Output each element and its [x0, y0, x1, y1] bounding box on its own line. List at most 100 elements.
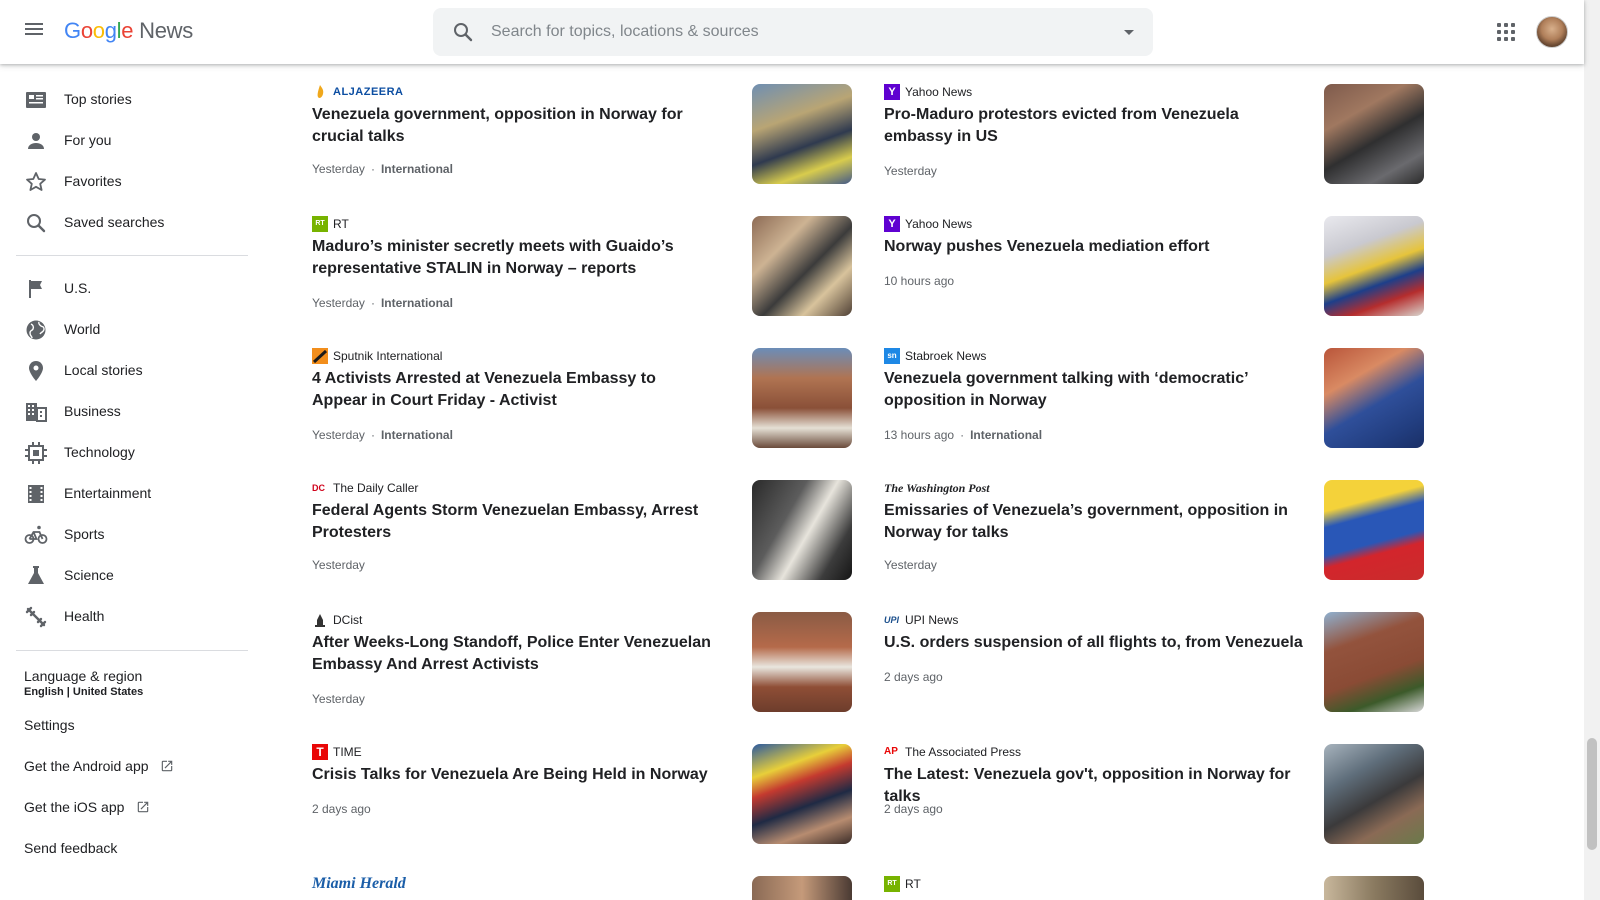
article-thumbnail[interactable]: [1324, 216, 1424, 316]
sidebar-item-health[interactable]: Health: [0, 597, 260, 637]
article-category[interactable]: International: [381, 162, 453, 176]
article-headline[interactable]: 4 Activists Arrested at Venezuela Embass…: [312, 368, 712, 412]
location-pin-icon: [29, 361, 43, 381]
sidebar-item-sports[interactable]: Sports: [0, 515, 260, 555]
sidebar-item-science[interactable]: Science: [0, 556, 260, 596]
source-name: Stabroek News: [905, 349, 987, 363]
ap-icon: AP: [884, 746, 898, 757]
article-source[interactable]: Y Yahoo News: [884, 216, 972, 232]
sidebar-item-business[interactable]: Business: [0, 392, 260, 432]
article-source[interactable]: DC The Daily Caller: [312, 480, 418, 496]
article-source[interactable]: RT RT: [884, 876, 921, 892]
sidebar-item-label: U.S.: [64, 280, 92, 296]
article-source[interactable]: AP The Associated Press: [884, 744, 1021, 760]
article-source[interactable]: UPI UPI News: [884, 612, 958, 628]
article-source[interactable]: sn Stabroek News: [884, 348, 986, 364]
dropdown-arrow-icon[interactable]: [1117, 20, 1141, 44]
sidebar-item-technology[interactable]: Technology: [0, 433, 260, 473]
article-headline[interactable]: Pro-Maduro protestors evicted from Venez…: [884, 104, 1304, 148]
article-thumbnail[interactable]: [1324, 744, 1424, 844]
search-input[interactable]: [491, 18, 1091, 46]
logo-letter: g: [104, 18, 117, 43]
article-source[interactable]: Sputnik International: [312, 348, 442, 364]
android-app-label: Get the Android app: [24, 758, 149, 774]
page-scrollbar[interactable]: [1584, 0, 1600, 900]
ios-app-link[interactable]: Get the iOS app: [24, 799, 150, 815]
miami-herald-icon: Miami Herald: [312, 875, 406, 892]
article-headline[interactable]: Federal Agents Storm Venezuelan Embassy,…: [312, 500, 712, 544]
article-headline[interactable]: Crisis Talks for Venezuela Are Being Hel…: [312, 764, 712, 786]
rt-icon: RT: [312, 216, 328, 232]
article-source[interactable]: T TIME: [312, 744, 362, 760]
article-meta: Yesterday: [884, 558, 937, 572]
article-thumbnail[interactable]: [752, 216, 852, 316]
source-name: TIME: [333, 745, 362, 759]
article-headline[interactable]: After Weeks-Long Standoff, Police Enter …: [312, 632, 712, 676]
article-thumbnail[interactable]: [752, 612, 852, 712]
source-name: DCist: [333, 613, 363, 627]
sidebar-item-label: Business: [64, 403, 121, 419]
article-source[interactable]: The Washington Post: [884, 480, 990, 496]
sidebar-item-world[interactable]: World: [0, 310, 260, 350]
article-time: Yesterday: [884, 164, 937, 178]
article-time: Yesterday: [884, 558, 937, 572]
article-thumbnail[interactable]: [1324, 876, 1424, 900]
article-thumbnail[interactable]: [752, 84, 852, 184]
article-meta: Yesterday · International: [312, 296, 453, 310]
article-category[interactable]: International: [381, 296, 453, 310]
sidebar-item-favorites[interactable]: Favorites: [0, 162, 260, 202]
article-meta: 2 days ago: [884, 802, 943, 816]
account-avatar[interactable]: [1536, 16, 1568, 48]
sidebar-item-top-stories[interactable]: Top stories: [0, 80, 260, 120]
android-app-link[interactable]: Get the Android app: [24, 758, 174, 774]
article-thumbnail[interactable]: [752, 348, 852, 448]
article-time: Yesterday: [312, 692, 365, 706]
chip-icon: [25, 442, 47, 464]
language-region-value: English | United States: [24, 686, 144, 698]
article-headline[interactable]: Venezuela government, opposition in Norw…: [312, 104, 712, 148]
time-icon: T: [312, 744, 328, 760]
article-source[interactable]: RT RT: [312, 216, 349, 232]
scrollbar-thumb[interactable]: [1587, 738, 1597, 850]
sidebar-item-local-stories[interactable]: Local stories: [0, 351, 260, 391]
logo-letter: G: [64, 18, 81, 43]
main-menu-button[interactable]: [22, 20, 46, 44]
article-thumbnail[interactable]: [1324, 612, 1424, 712]
article-thumbnail[interactable]: [752, 744, 852, 844]
article-source[interactable]: ALJAZEERA: [312, 84, 404, 100]
article-source[interactable]: Miami Herald: [312, 875, 406, 892]
article-source[interactable]: Y Yahoo News: [884, 84, 972, 100]
google-news-logo[interactable]: Google News: [64, 18, 193, 44]
article-category[interactable]: International: [970, 428, 1042, 442]
article-category[interactable]: International: [381, 428, 453, 442]
sidebar-item-saved-searches[interactable]: Saved searches: [0, 203, 260, 243]
settings-link[interactable]: Settings: [24, 717, 75, 733]
top-app-bar: Google News: [0, 0, 1584, 64]
article-headline[interactable]: Maduro’s minister secretly meets with Gu…: [312, 236, 712, 280]
article-time: 2 days ago: [884, 802, 943, 816]
article-headline[interactable]: U.S. orders suspension of all flights to…: [884, 632, 1304, 654]
search-icon[interactable]: [451, 20, 475, 44]
article-time: Yesterday: [312, 558, 365, 572]
sidebar-item-label: Health: [64, 608, 105, 624]
article-headline[interactable]: The Latest: Venezuela gov't, opposition …: [884, 764, 1304, 808]
article-time: Yesterday: [312, 162, 365, 176]
article-thumbnail[interactable]: [752, 480, 852, 580]
aljazeera-icon: [317, 85, 324, 98]
google-apps-icon[interactable]: [1494, 20, 1518, 44]
sidebar-item-for-you[interactable]: For you: [0, 121, 260, 161]
sidebar-item-entertainment[interactable]: Entertainment: [0, 474, 260, 514]
source-name: ALJAZEERA: [333, 86, 404, 98]
article-headline[interactable]: Emissaries of Venezuela’s government, op…: [884, 500, 1304, 544]
send-feedback-link[interactable]: Send feedback: [24, 840, 117, 856]
article-thumbnail[interactable]: [1324, 480, 1424, 580]
article-thumbnail[interactable]: [1324, 348, 1424, 448]
article-thumbnail[interactable]: [752, 876, 852, 900]
yahoo-icon: Y: [884, 216, 900, 232]
article-headline[interactable]: Norway pushes Venezuela mediation effort: [884, 236, 1304, 258]
article-headline[interactable]: Venezuela government talking with ‘democ…: [884, 368, 1304, 412]
article-source[interactable]: DCist: [312, 612, 362, 628]
sidebar-item-us[interactable]: U.S.: [0, 269, 260, 309]
language-region-link[interactable]: Language & region: [24, 668, 142, 684]
article-thumbnail[interactable]: [1324, 84, 1424, 184]
